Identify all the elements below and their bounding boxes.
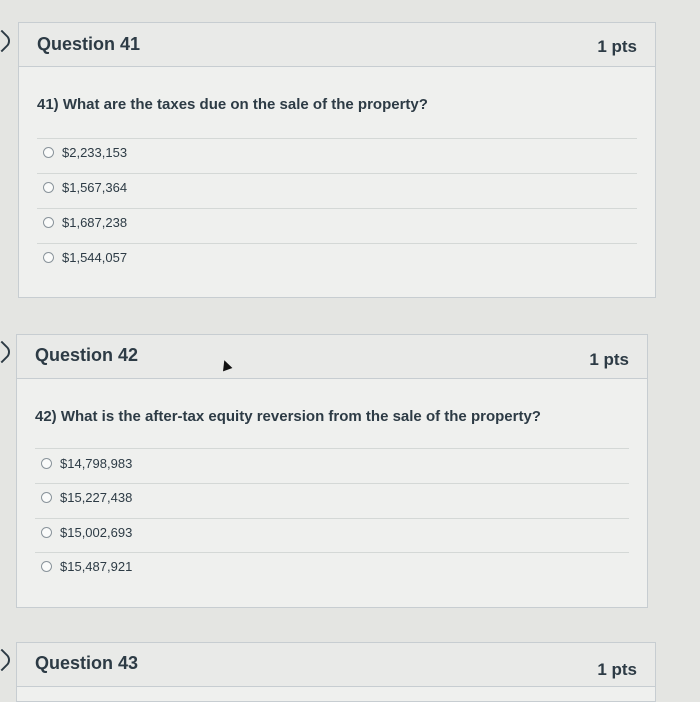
answer-label: $1,567,364 — [62, 179, 128, 195]
radio-circle-icon[interactable] — [43, 146, 54, 158]
radio-circle-icon[interactable] — [41, 560, 52, 572]
radio-circle-icon[interactable] — [43, 181, 54, 193]
answer-divider — [37, 173, 637, 174]
answer-divider — [37, 208, 637, 209]
answer-label: $1,687,238 — [62, 214, 128, 230]
answer-option[interactable]: $15,002,693 — [41, 522, 132, 542]
answer-option[interactable]: $1,687,238 — [43, 212, 127, 232]
answer-divider — [35, 552, 629, 553]
question-header: Question 43 1 pts — [17, 643, 655, 687]
question-title: Question 43 — [35, 653, 139, 673]
radio-circle-icon[interactable] — [43, 216, 54, 228]
answer-label: $15,002,693 — [60, 524, 133, 540]
answer-option[interactable]: $2,233,153 — [43, 142, 127, 162]
question-text: 42) What is the after-tax equity reversi… — [35, 408, 541, 425]
radio-circle-icon[interactable] — [41, 491, 52, 503]
answer-option[interactable]: $15,227,438 — [41, 487, 132, 507]
radio-circle-icon[interactable] — [41, 526, 52, 538]
question-points: 1 pts — [589, 350, 629, 369]
question-marker-icon — [0, 29, 14, 53]
question-card-43: Question 43 1 pts — [16, 642, 656, 702]
radio-circle-icon[interactable] — [41, 457, 52, 469]
answer-label: $14,798,983 — [60, 455, 133, 471]
question-title: Question 42 — [35, 345, 139, 365]
question-marker-icon — [0, 340, 14, 364]
answer-divider — [37, 243, 637, 244]
answer-option[interactable]: $1,567,364 — [43, 177, 127, 197]
answer-label: $1,544,057 — [62, 249, 128, 265]
question-header: Question 41 1 pts — [19, 23, 655, 67]
question-points: 1 pts — [597, 37, 637, 56]
question-text: 41) What are the taxes due on the sale o… — [37, 96, 428, 113]
answer-divider — [35, 448, 629, 449]
question-header: Question 42 1 pts — [17, 335, 647, 379]
answer-divider — [35, 483, 629, 484]
answer-label: $15,487,921 — [60, 558, 133, 574]
answer-label: $2,233,153 — [62, 144, 128, 160]
answer-label: $15,227,438 — [60, 489, 133, 505]
radio-circle-icon[interactable] — [43, 251, 54, 263]
question-marker-icon — [0, 648, 14, 672]
question-card-42: Question 42 1 pts 42) What is the after-… — [16, 334, 648, 608]
question-card-41: Question 41 1 pts 41) What are the taxes… — [18, 22, 656, 298]
answer-divider — [37, 138, 637, 139]
answer-option[interactable]: $14,798,983 — [41, 453, 132, 473]
answer-option[interactable]: $1,544,057 — [43, 247, 127, 267]
question-title: Question 41 — [37, 34, 141, 54]
answer-divider — [35, 518, 629, 519]
answer-option[interactable]: $15,487,921 — [41, 556, 132, 576]
question-points: 1 pts — [597, 660, 637, 679]
